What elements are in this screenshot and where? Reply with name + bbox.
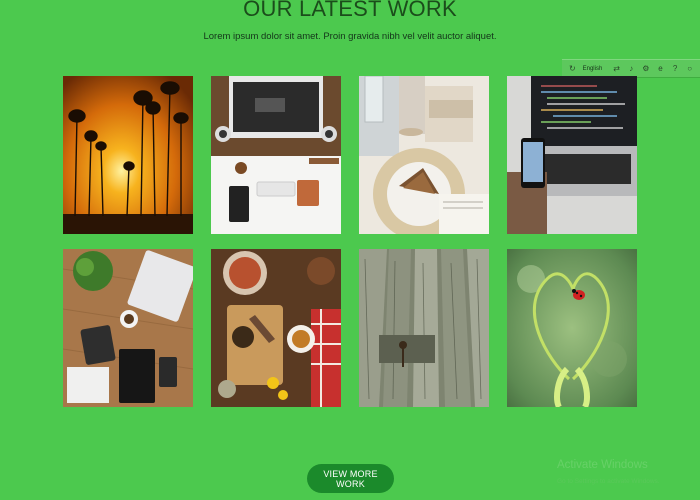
refresh-icon[interactable]: ↻: [568, 64, 577, 74]
portfolio-tile-desk-workspace[interactable]: [211, 76, 341, 234]
coffee-cake-image: [359, 76, 489, 234]
food-spread-image: [211, 249, 341, 407]
translate-icon[interactable]: ⇄: [612, 64, 621, 74]
portfolio-tile-laptop-phone-code[interactable]: [507, 76, 637, 234]
portfolio-tile-food-spread[interactable]: [211, 249, 341, 407]
activate-windows-subtitle: Go to Settings to activate Windows.: [557, 478, 660, 485]
activate-windows-title: Activate Windows: [557, 459, 648, 471]
wooden-desk-keyboard-image: [63, 249, 193, 407]
portfolio-tile-wooden-planks[interactable]: [359, 249, 489, 407]
sunset-forest-image: [63, 76, 193, 234]
section-title: OUR LATEST WORK: [243, 0, 457, 21]
ie-icon[interactable]: e: [656, 64, 665, 74]
laptop-phone-code-image: [507, 76, 637, 234]
portfolio-tile-sunset-forest[interactable]: [63, 76, 193, 234]
heart-plant-ladybug-image: [507, 249, 637, 407]
settings-icon[interactable]: ⚙: [642, 64, 651, 74]
portfolio-tile-heart-plant-ladybug[interactable]: [507, 249, 637, 407]
section-subtitle: Lorem ipsum dolor sit amet. Proin gravid…: [203, 31, 497, 42]
desk-workspace-image: [211, 76, 341, 234]
language-label[interactable]: English: [583, 66, 603, 72]
help-icon[interactable]: ?: [671, 64, 680, 74]
view-more-work-button[interactable]: VIEW MORE WORK: [307, 464, 394, 493]
portfolio-tile-coffee-cake[interactable]: [359, 76, 489, 234]
speaker-icon[interactable]: ♪: [627, 64, 636, 74]
wooden-planks-image: [359, 249, 489, 407]
close-icon[interactable]: ○: [685, 64, 694, 74]
portfolio-tile-wooden-desk-keyboard[interactable]: [63, 249, 193, 407]
